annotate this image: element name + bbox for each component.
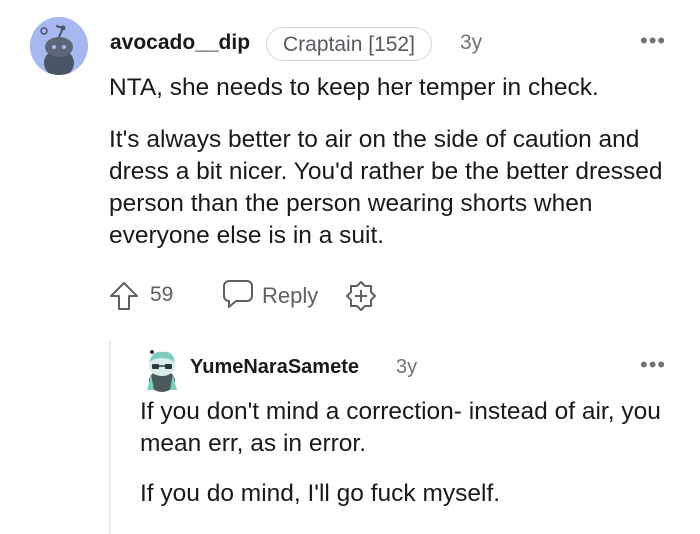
upvote-icon[interactable] — [108, 280, 140, 312]
vote-score: 59 — [150, 283, 174, 306]
user-flair-badge: Craptain [152] — [266, 27, 432, 61]
reply-paragraph: If you do mind, I'll go fuck myself. — [140, 480, 501, 507]
more-options-icon[interactable]: ••• — [640, 352, 666, 378]
thread-line[interactable] — [109, 340, 111, 534]
reply-paragraph: If you don't mind a correction- instead … — [140, 398, 661, 457]
comment-timestamp: 3y — [460, 31, 483, 54]
avatar[interactable] — [143, 346, 181, 392]
snoo-avatar-icon — [147, 350, 177, 392]
avatar[interactable] — [30, 17, 88, 75]
snoo-avatar-icon — [30, 17, 88, 75]
comment-paragraph: NTA, she needs to keep her temper in che… — [109, 74, 599, 101]
reply-bubble-icon — [222, 279, 254, 314]
reply-button[interactable]: Reply — [222, 279, 318, 313]
comment-author[interactable]: YumeNaraSamete — [190, 356, 359, 379]
more-options-icon[interactable]: ••• — [640, 28, 666, 54]
reply-label: Reply — [262, 283, 319, 308]
comment-author[interactable]: avocado__dip — [110, 31, 250, 55]
comment-timestamp: 3y — [396, 356, 418, 378]
award-icon[interactable] — [345, 280, 377, 312]
comment-paragraph: It's always better to air on the side of… — [109, 126, 663, 249]
